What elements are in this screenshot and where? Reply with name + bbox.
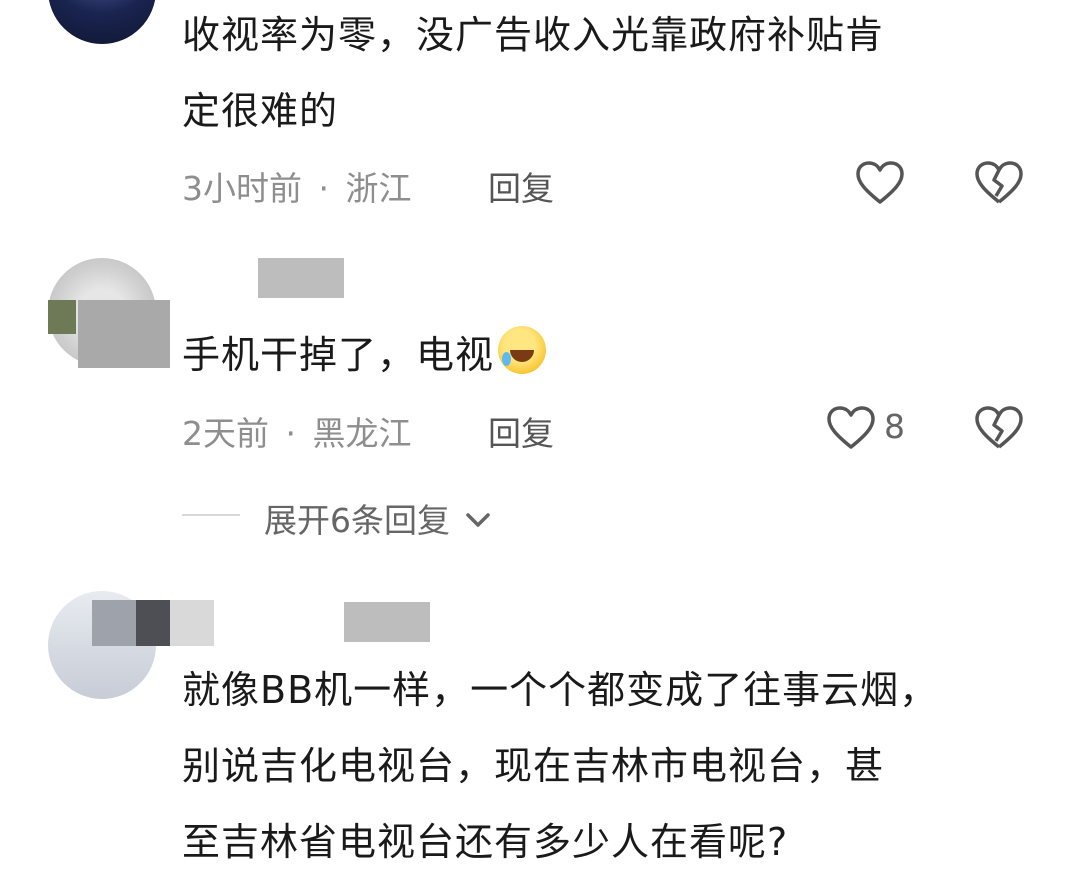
timestamp: 3小时前 — [182, 169, 302, 208]
avatar[interactable] — [48, 0, 156, 44]
laughing-tears-emoji — [498, 326, 547, 374]
comment-text: 手机干掉了，电视 — [182, 320, 547, 390]
expand-replies-label[interactable]: 展开6条回复 — [264, 494, 491, 542]
separator: · — [285, 414, 297, 453]
blurred-avatar-overlay — [136, 600, 170, 646]
comment-text: 别说吉化电视台，现在吉林市电视台，甚 — [182, 744, 885, 788]
comment-text: 收视率为零，没广告收入光靠政府补贴肯 — [182, 13, 885, 57]
broken-heart-icon[interactable] — [974, 405, 1024, 451]
comment-text: 定很难的 — [182, 89, 339, 133]
comment-meta: 3小时前 · 浙江 — [182, 162, 412, 210]
like-count: 8 — [884, 407, 905, 446]
heart-outline-icon[interactable] — [826, 405, 876, 451]
comment-text: 就像BB机一样，一个个都变成了往事云烟， — [182, 668, 939, 712]
location: 浙江 — [345, 169, 412, 208]
comment-text: 至吉林省电视台还有多少人在看呢? — [182, 820, 789, 864]
timestamp: 2天前 — [182, 414, 269, 453]
broken-heart-icon[interactable] — [974, 160, 1024, 206]
blurred-avatar-overlay — [92, 600, 136, 646]
reply-button[interactable]: 回复 — [488, 162, 554, 210]
blurred-username — [344, 602, 430, 642]
comment-meta: 2天前 · 黑龙江 — [182, 407, 412, 455]
reply-button[interactable]: 回复 — [488, 407, 554, 455]
blurred-avatar-overlay — [170, 600, 214, 646]
blurred-avatar-overlay — [48, 300, 76, 334]
heart-outline-icon[interactable] — [855, 160, 905, 206]
divider — [182, 514, 240, 516]
separator: · — [318, 169, 330, 208]
location: 黑龙江 — [312, 414, 412, 453]
blurred-avatar-overlay — [78, 300, 170, 368]
chevron-down-icon — [465, 499, 491, 527]
blurred-username — [258, 258, 344, 298]
